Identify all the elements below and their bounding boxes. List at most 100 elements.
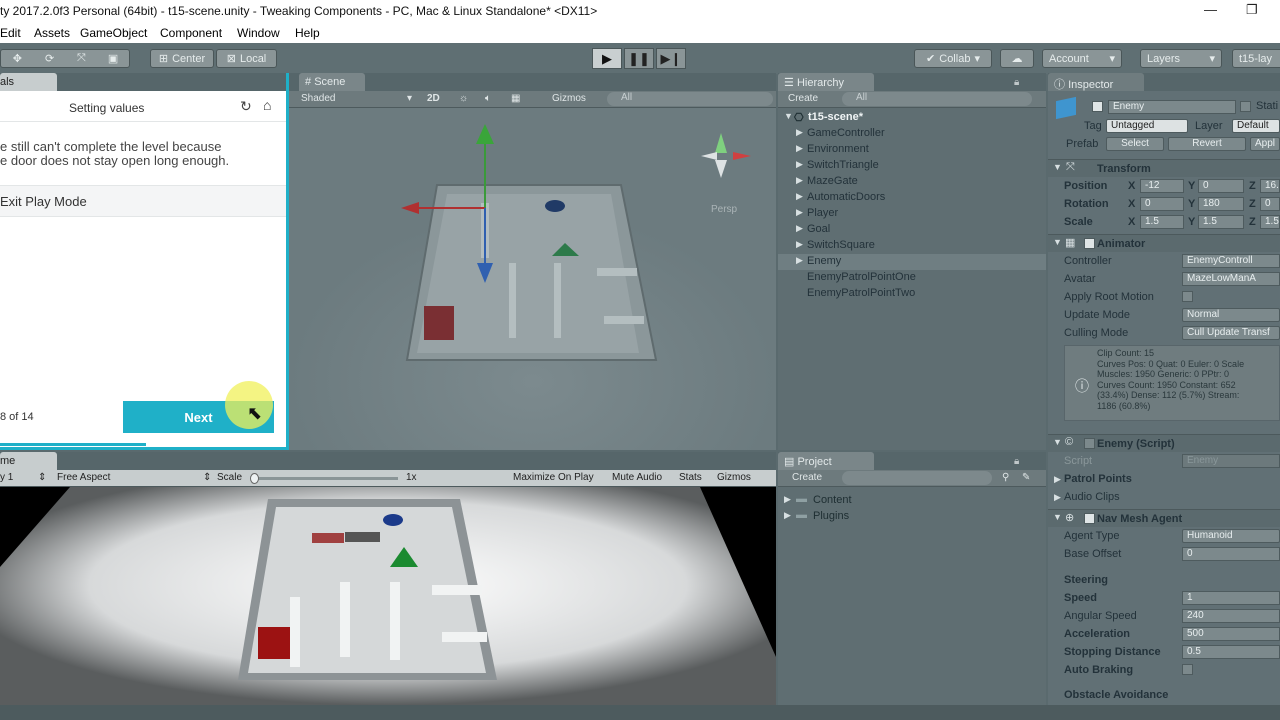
hierarchy-item[interactable]: EnemyPatrolPointTwo — [778, 286, 1046, 302]
patrol-points-label[interactable]: Patrol Points — [1064, 473, 1132, 485]
auto-braking-checkbox[interactable] — [1182, 664, 1193, 675]
hierarchy-item[interactable]: ▶ Player — [778, 206, 1046, 222]
tutorial-tab[interactable]: als — [0, 73, 57, 91]
layer-dropdown[interactable]: Default — [1232, 119, 1280, 133]
menu-help[interactable]: Help — [295, 26, 320, 40]
pivot-local-button[interactable]: ⊠ Local — [216, 49, 277, 68]
hierarchy-item[interactable]: ▶ SwitchTriangle — [778, 158, 1046, 174]
game-tab[interactable]: me — [0, 452, 57, 470]
expand-arrow-icon[interactable]: ▼ — [1053, 162, 1062, 172]
hierarchy-item[interactable]: ▶ Enemy — [778, 254, 1046, 270]
shading-dropdown[interactable]: Shaded — [301, 92, 413, 107]
collab-button[interactable]: ✔ Collab ▾ — [914, 49, 992, 68]
project-tab[interactable]: ▤ Project — [778, 452, 874, 470]
prefab-revert-button[interactable]: Revert — [1168, 137, 1246, 151]
static-checkbox[interactable] — [1240, 101, 1251, 112]
nav-enabled-checkbox[interactable] — [1084, 513, 1095, 524]
layers-dropdown[interactable]: Layers ▾ — [1140, 49, 1222, 68]
controller-field[interactable]: EnemyControll — [1182, 254, 1280, 268]
pivot-center-button[interactable]: ⊞ Center — [150, 49, 214, 68]
menu-gameobject[interactable]: GameObject — [80, 26, 147, 40]
position-x-field[interactable]: -12 — [1140, 179, 1184, 193]
aspect-dropdown[interactable]: Free Aspect — [57, 471, 110, 486]
rotation-z-field[interactable]: 0 — [1260, 197, 1280, 211]
expand-arrow-icon[interactable]: ▼ — [784, 111, 793, 121]
tag-dropdown[interactable]: Untagged — [1106, 119, 1188, 133]
enemy-script-header[interactable]: ▼ © Enemy (Script) — [1048, 434, 1280, 452]
expand-arrow-icon[interactable]: ▶ — [796, 191, 803, 202]
account-dropdown[interactable]: Account ▾ — [1042, 49, 1122, 68]
expand-arrow-icon[interactable]: ▶ — [796, 159, 803, 170]
stopping-distance-field[interactable]: 0.5 — [1182, 645, 1280, 659]
expand-arrow-icon[interactable]: ▶ — [796, 127, 803, 138]
lock-icon[interactable]: 🔒︎ — [1014, 77, 1019, 88]
hierarchy-item[interactable]: ▶ MazeGate — [778, 174, 1046, 190]
scale-z-field[interactable]: 1.5 — [1260, 215, 1280, 229]
scale-slider-handle[interactable] — [250, 473, 259, 484]
rotate-tool-icon[interactable]: ⟳ — [34, 52, 66, 65]
hierarchy-item[interactable]: ▶ GameController — [778, 126, 1046, 142]
scale-tool-icon[interactable]: ⤧ — [66, 52, 98, 65]
maximize-on-play-toggle[interactable]: Maximize On Play — [513, 471, 594, 486]
agent-type-dropdown[interactable]: Humanoid — [1182, 529, 1280, 543]
play-button[interactable]: ▶ — [592, 48, 622, 69]
rotation-y-field[interactable]: 180 — [1198, 197, 1244, 211]
audio-clips-label[interactable]: Audio Clips — [1064, 491, 1120, 503]
hierarchy-create-dropdown[interactable]: Create — [788, 92, 818, 107]
animator-enabled-checkbox[interactable] — [1084, 238, 1095, 249]
update-mode-dropdown[interactable]: Normal — [1182, 308, 1280, 322]
home-icon[interactable]: ⌂ — [263, 97, 271, 113]
move-tool-icon[interactable]: ✥ — [1, 52, 34, 65]
menu-window[interactable]: Window — [237, 26, 280, 40]
scale-y-field[interactable]: 1.5 — [1198, 215, 1244, 229]
expand-arrow-icon[interactable]: ▶ — [796, 175, 803, 186]
game-view[interactable] — [0, 487, 776, 705]
rect-tool-icon[interactable]: ▣ — [97, 52, 129, 65]
expand-arrow-icon[interactable]: ▼ — [1053, 237, 1062, 247]
expand-arrow-icon[interactable]: ▶ — [796, 255, 803, 266]
expand-arrow-icon[interactable]: ▼ — [1053, 512, 1062, 522]
expand-arrow-icon[interactable]: ▼ — [1053, 437, 1062, 447]
avatar-field[interactable]: MazeLowManA — [1182, 272, 1280, 286]
hierarchy-tab[interactable]: ☰ Hierarchy — [778, 73, 874, 91]
folder-plugins[interactable]: ▶ ▬ Plugins — [778, 509, 1046, 525]
hierarchy-item[interactable]: EnemyPatrolPointOne — [778, 270, 1046, 286]
hierarchy-item[interactable]: ▶ Environment — [778, 142, 1046, 158]
cloud-button[interactable]: ☁ — [1000, 49, 1034, 68]
base-offset-field[interactable]: 0 — [1182, 547, 1280, 561]
transform-tools[interactable]: ✥ ⟳ ⤧ ▣ — [0, 49, 130, 68]
expand-arrow-icon[interactable]: ▶ — [796, 207, 803, 218]
scene-tab[interactable]: # Scene — [299, 73, 365, 91]
object-name-field[interactable]: Enemy — [1108, 100, 1236, 114]
rotation-x-field[interactable]: 0 — [1140, 197, 1184, 211]
display-dropdown[interactable]: y 1 — [0, 471, 13, 486]
game-gizmos-dropdown[interactable]: Gizmos — [717, 471, 751, 486]
filter-type-icon[interactable]: ⚲ — [1002, 471, 1009, 486]
scene-root[interactable]: ▼ ⎔ t15-scene* — [778, 110, 1046, 126]
lock-icon[interactable]: 🔒︎ — [1014, 456, 1019, 467]
mute-audio-toggle[interactable]: Mute Audio — [612, 471, 662, 486]
scene-search-input[interactable]: All — [607, 92, 773, 106]
acceleration-field[interactable]: 500 — [1182, 627, 1280, 641]
active-checkbox[interactable] — [1092, 101, 1103, 112]
minimize-icon[interactable]: — — [1204, 2, 1217, 17]
menu-assets[interactable]: Assets — [34, 26, 70, 40]
expand-arrow-icon[interactable]: ▶ — [784, 510, 791, 521]
nav-mesh-header[interactable]: ▼ ⊕ Nav Mesh Agent — [1048, 509, 1280, 527]
position-y-field[interactable]: 0 — [1198, 179, 1244, 193]
position-z-field[interactable]: 16. — [1260, 179, 1280, 193]
layout-dropdown[interactable]: t15-lay — [1232, 49, 1280, 68]
pause-button[interactable]: ❚❚ — [624, 48, 654, 69]
prefab-select-button[interactable]: Select — [1106, 137, 1164, 151]
expand-arrow-icon[interactable]: ▶ — [796, 239, 803, 250]
expand-arrow-icon[interactable]: ▶ — [1054, 492, 1061, 503]
expand-arrow-icon[interactable]: ▶ — [1054, 474, 1061, 485]
project-search-input[interactable] — [842, 471, 992, 485]
hierarchy-search-input[interactable]: All — [842, 92, 1032, 106]
culling-mode-dropdown[interactable]: Cull Update Transf — [1182, 326, 1280, 340]
hierarchy-item[interactable]: ▶ AutomaticDoors — [778, 190, 1046, 206]
menu-component[interactable]: Component — [160, 26, 222, 40]
gizmos-dropdown[interactable]: Gizmos — [552, 92, 586, 107]
maximize-icon[interactable]: ❐ — [1246, 2, 1258, 18]
prefab-apply-button[interactable]: Appl — [1250, 137, 1280, 151]
